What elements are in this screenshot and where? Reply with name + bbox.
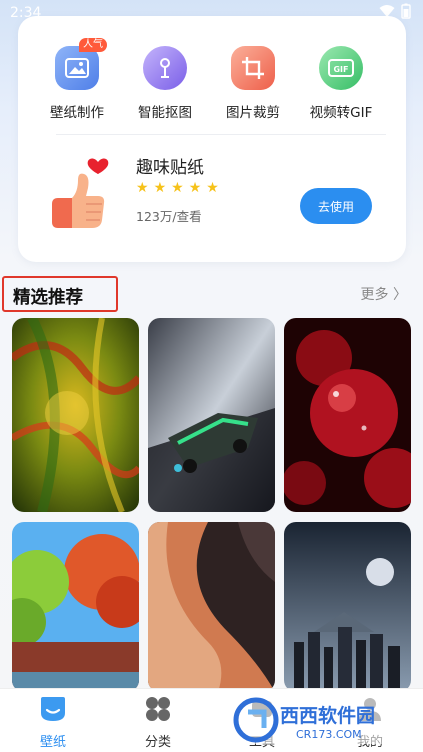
sticker-title: 趣味贴纸 [136,158,204,178]
tool-label: 图片裁剪 [226,105,280,121]
battery-icon [401,3,411,23]
tool-label: 智能抠图 [138,105,192,121]
use-sticker-button[interactable]: 去使用 [300,188,372,224]
wallpaper-tile-desert-dunes[interactable] [148,522,275,692]
watermark-logo: 西西软件园 CR173.COM [230,692,410,748]
popular-badge: 人气 [79,38,107,52]
star-icon: ★ [171,180,184,196]
image-icon: 人气 [55,38,107,90]
star-icon: ★ [136,180,149,196]
svg-text:GIF: GIF [333,65,348,74]
crop-icon [231,46,275,90]
more-link[interactable]: 更多 〉 [361,284,407,304]
star-icon: ★ [206,180,219,196]
tool-image-crop[interactable]: 图片裁剪 [208,42,298,132]
nav-category[interactable]: 分类 [118,695,198,751]
svg-text:西西软件园: 西西软件园 [280,704,375,727]
wallpaper-tile-autumn-park[interactable] [12,522,139,692]
wallpaper-tile-cherries[interactable] [284,318,411,512]
sticker-views: 123万/查看 [136,209,202,224]
tool-wallpaper-maker[interactable]: 人气 壁纸制作 [32,38,122,132]
section-title: 精选推荐 [2,276,118,312]
tool-smart-cutout[interactable]: 智能抠图 [120,42,210,132]
rating-stars: ★ ★ ★ ★ ★ [136,180,219,196]
tool-video-to-gif[interactable]: GIF 视频转GIF [296,42,386,132]
wallpaper-tile-moon-city[interactable] [284,522,411,692]
wallpaper-tile-sports-car[interactable] [148,318,275,512]
wallpaper-icon [38,695,68,727]
section-header: 精选推荐 更多 〉 [0,274,423,314]
star-icon: ★ [153,180,167,196]
nav-wallpaper[interactable]: 壁纸 [13,695,93,751]
thumbs-up-heart-icon [48,152,110,232]
star-icon: ★ [188,180,202,196]
nav-label: 分类 [144,735,171,750]
category-grid-icon [144,695,172,727]
cutout-icon [143,46,187,90]
nav-label: 壁纸 [39,735,66,750]
tool-row: 人气 壁纸制作 智能抠图 图片裁剪 GIF 视频转GIF [18,38,406,132]
gif-icon: GIF [319,46,363,90]
tool-label: 壁纸制作 [50,105,104,121]
divider [56,134,386,135]
tools-card: 人气 壁纸制作 智能抠图 图片裁剪 GIF 视频转GIF 趣味贴纸 ★ ★ ★ … [18,16,406,262]
tool-label: 视频转GIF [309,105,373,121]
svg-text:CR173.COM: CR173.COM [296,728,362,741]
wallpaper-tile-abstract-swirl[interactable] [12,318,139,512]
